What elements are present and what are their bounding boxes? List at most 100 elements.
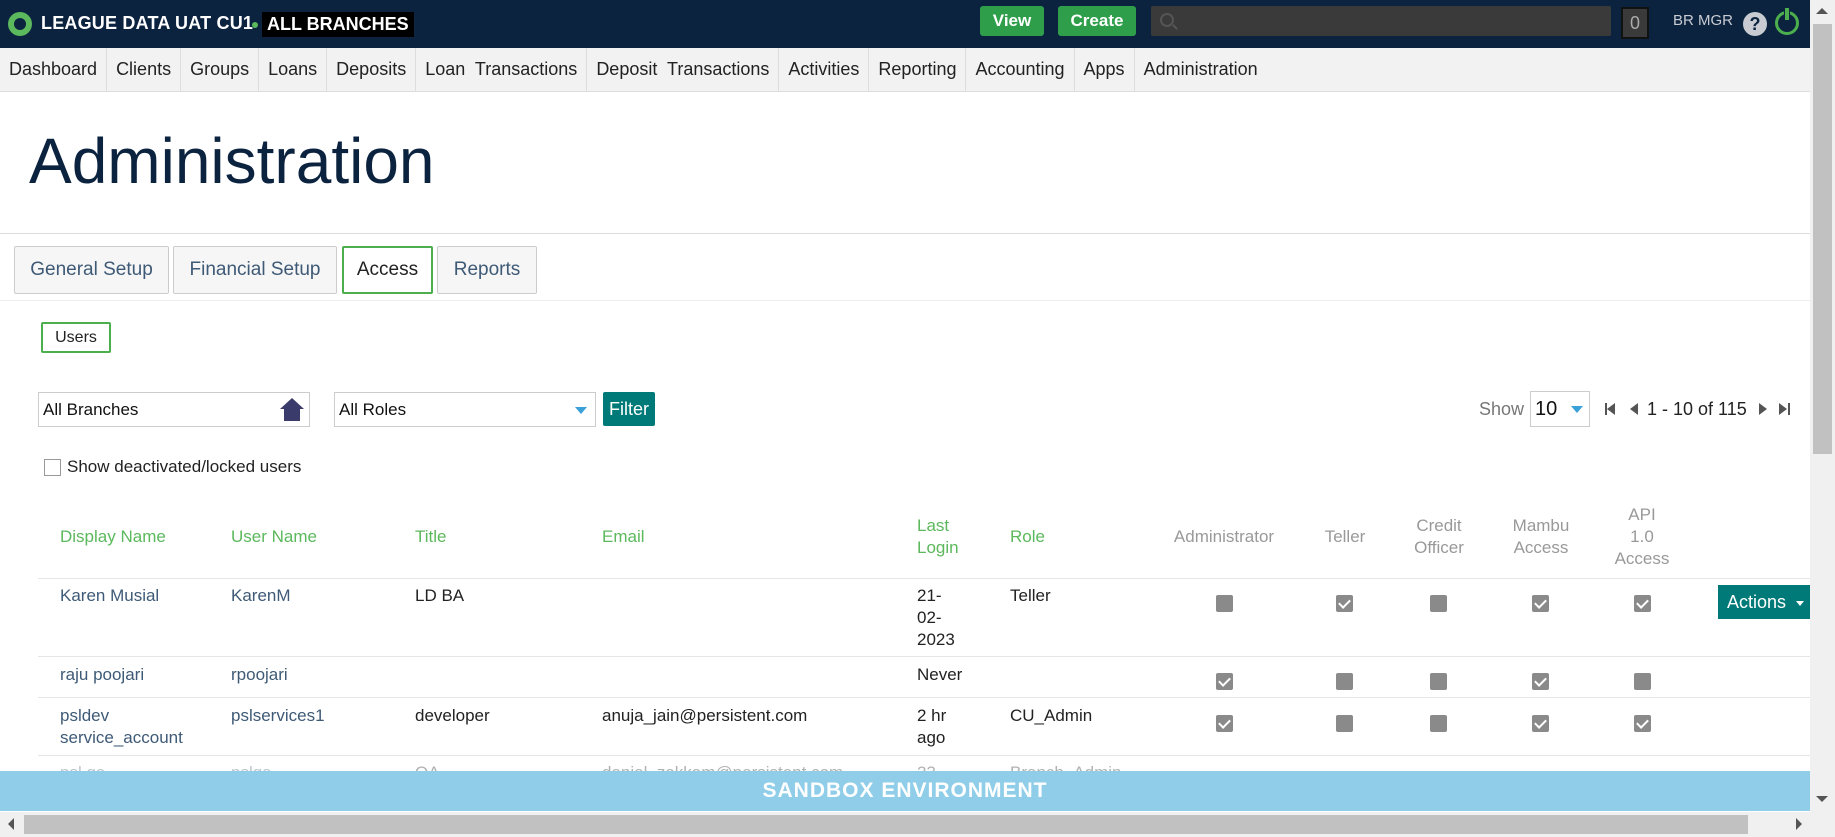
- col-last-login[interactable]: Last Login: [917, 515, 959, 559]
- col-api-line3: Access: [1614, 549, 1670, 568]
- nav-groups[interactable]: Groups: [181, 47, 260, 92]
- scroll-right-icon[interactable]: [1796, 818, 1802, 830]
- col-mambu-access: Mambu Access: [1504, 515, 1578, 559]
- credit-officer-checkbox: [1430, 595, 1447, 612]
- cell-title: developer: [415, 706, 490, 725]
- cell-display-name-line2: service_account: [60, 728, 183, 747]
- cell-last-login-line1: 21-: [917, 586, 942, 605]
- vertical-scroll-thumb[interactable]: [1813, 24, 1832, 454]
- page-size-value: 10: [1535, 397, 1558, 420]
- col-email[interactable]: Email: [602, 526, 645, 548]
- mambu-access-checkbox: [1532, 673, 1549, 690]
- nav-accounting[interactable]: Accounting: [966, 47, 1075, 92]
- help-icon[interactable]: ?: [1743, 12, 1767, 36]
- tab-access[interactable]: Access: [342, 246, 433, 294]
- cell-last-login-line2: 02-: [917, 608, 942, 627]
- nav-reporting[interactable]: Reporting: [869, 47, 967, 92]
- row-divider: [38, 656, 1810, 657]
- app-window: LEAGUE DATA UAT CU1 ALL BRANCHES View Cr…: [0, 0, 1835, 837]
- global-search[interactable]: [1151, 6, 1611, 36]
- col-display-name[interactable]: Display Name: [60, 526, 166, 548]
- mambu-access-checkbox: [1532, 715, 1549, 732]
- mambu-logo-icon[interactable]: [8, 12, 32, 36]
- teller-checkbox: [1336, 715, 1353, 732]
- search-icon: [1160, 13, 1174, 27]
- col-title[interactable]: Title: [415, 526, 447, 548]
- cell-title: LD BA: [415, 586, 465, 605]
- first-page-icon[interactable]: [1604, 402, 1618, 416]
- prev-page-icon[interactable]: [1627, 402, 1641, 416]
- branch-status-dot-icon: [252, 22, 258, 28]
- cell-user-name[interactable]: KarenM: [231, 585, 291, 607]
- horizontal-scroll-thumb[interactable]: [24, 815, 1748, 834]
- nav-administration[interactable]: Administration: [1135, 48, 1267, 92]
- col-credit-line1: Credit: [1416, 516, 1462, 535]
- divider: [0, 233, 1810, 234]
- col-last-login-line1: Last: [917, 516, 950, 535]
- cell-role: Teller: [1010, 586, 1051, 605]
- col-api-line1: API: [1628, 505, 1656, 524]
- show-deactivated-option[interactable]: Show deactivated/locked users: [44, 457, 301, 477]
- cell-last-login: Never: [917, 665, 963, 684]
- cell-display-name[interactable]: Karen Musial: [60, 585, 159, 607]
- actions-label: Actions: [1727, 591, 1787, 612]
- cell-display-name-line1: psldev: [60, 706, 110, 725]
- nav-deposits[interactable]: Deposits: [327, 47, 417, 92]
- branch-filter-select[interactable]: All Branches: [38, 392, 310, 427]
- next-page-icon[interactable]: [1757, 402, 1771, 416]
- row-divider: [38, 578, 1810, 579]
- scroll-up-icon[interactable]: [1816, 8, 1828, 14]
- mambu-access-checkbox: [1532, 595, 1549, 612]
- col-mambu-line2: Access: [1513, 538, 1569, 557]
- credit-officer-checkbox: [1430, 715, 1447, 732]
- last-page-icon[interactable]: [1777, 402, 1791, 416]
- tab-financial-setup[interactable]: Financial Setup: [173, 246, 337, 294]
- actions-button[interactable]: Actions: [1718, 585, 1810, 619]
- col-user-name[interactable]: User Name: [231, 526, 317, 548]
- branch-filter-value: All Branches: [43, 399, 139, 419]
- branch-selector[interactable]: ALL BRANCHES: [262, 12, 414, 37]
- scroll-down-icon[interactable]: [1816, 796, 1828, 802]
- col-api-line2: 1.0: [1630, 527, 1654, 546]
- show-deactivated-checkbox[interactable]: [44, 458, 61, 476]
- nav-clients[interactable]: Clients: [107, 47, 182, 92]
- col-api-access: API 1.0 Access: [1612, 504, 1672, 570]
- cell-email: anuja_jain@persistent.com: [602, 706, 808, 725]
- cell-last-login: 21- 02- 2023: [917, 585, 955, 651]
- create-button[interactable]: Create: [1058, 6, 1136, 36]
- administrator-checkbox: [1216, 595, 1233, 612]
- nav-loans[interactable]: Loans: [259, 47, 328, 92]
- power-icon[interactable]: [1775, 7, 1799, 35]
- cell-last-login: 2 hr ago: [917, 705, 946, 749]
- user-menu[interactable]: BR MGR: [1673, 12, 1733, 29]
- col-role[interactable]: Role: [1010, 526, 1045, 548]
- subtab-users[interactable]: Users: [41, 322, 111, 353]
- nav-loan-transactions[interactable]: Loan Transactions: [416, 47, 588, 92]
- tab-general-setup[interactable]: General Setup: [14, 246, 169, 294]
- nav-dashboard[interactable]: Dashboard: [0, 47, 108, 92]
- nav-deposit-transactions[interactable]: Deposit Transactions: [587, 47, 780, 92]
- cell-display-name[interactable]: raju poojari: [60, 664, 144, 686]
- api-access-checkbox: [1634, 595, 1651, 612]
- cell-last-login-line2: ago: [917, 728, 946, 747]
- teller-checkbox: [1336, 595, 1353, 612]
- search-input[interactable]: [1181, 6, 1601, 36]
- cell-display-name[interactable]: psldev service_account: [60, 705, 183, 749]
- nav-activities[interactable]: Activities: [779, 47, 870, 92]
- top-bar: LEAGUE DATA UAT CU1 ALL BRANCHES View Cr…: [0, 0, 1835, 48]
- tab-reports[interactable]: Reports: [437, 246, 537, 294]
- cell-user-name[interactable]: rpoojari: [231, 664, 288, 686]
- view-button[interactable]: View: [980, 6, 1044, 36]
- scroll-left-icon[interactable]: [8, 818, 14, 830]
- col-credit-line2: Officer: [1414, 538, 1464, 557]
- filter-button[interactable]: Filter: [603, 392, 655, 426]
- home-icon[interactable]: [279, 398, 305, 422]
- chevron-down-icon: [575, 407, 587, 414]
- page-size-select[interactable]: 10: [1530, 391, 1590, 427]
- role-filter-select[interactable]: All Roles: [334, 392, 596, 427]
- chevron-down-icon: [1571, 406, 1583, 413]
- nav-apps[interactable]: Apps: [1075, 47, 1135, 92]
- notification-count[interactable]: 0: [1621, 7, 1649, 39]
- cell-role: CU_Admin: [1010, 706, 1093, 725]
- cell-user-name[interactable]: pslservices1: [231, 705, 325, 727]
